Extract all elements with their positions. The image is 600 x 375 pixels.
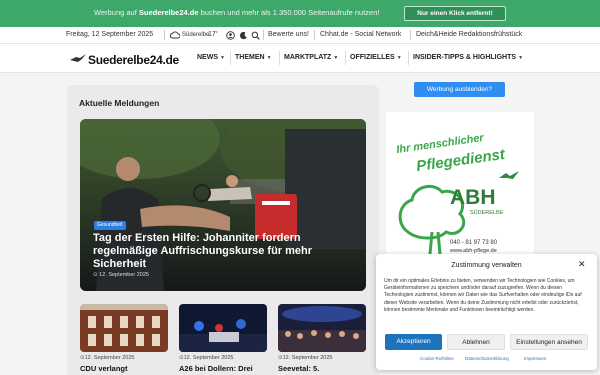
chevron-down-icon: ▼: [518, 55, 524, 61]
rate-us-link[interactable]: Bewerte uns!: [268, 31, 309, 38]
settings-button[interactable]: Einstellungen ansehen: [510, 334, 588, 350]
article-date: ⊙12. September 2025: [278, 355, 333, 361]
divider: [408, 51, 409, 65]
divider: [314, 30, 315, 40]
article-photo: [278, 304, 366, 352]
hide-ads-button[interactable]: Werbung ausblenden?: [414, 82, 505, 97]
article-image[interactable]: [80, 304, 168, 352]
ad-brand-sub: SÜDERELBE: [470, 210, 504, 216]
divider: [345, 51, 346, 65]
ad-brand: ABH: [450, 186, 496, 209]
article-image[interactable]: [179, 304, 267, 352]
nav-item-themen[interactable]: THEMEN ▼: [235, 54, 272, 61]
promo-bar: Werbung auf Suederelbe24.de buchen und m…: [0, 0, 600, 27]
promo-text: Werbung auf Suederelbe24.de buchen und m…: [94, 8, 380, 17]
article-title[interactable]: Seevetal: 5.: [278, 364, 319, 373]
top-bar: Freitag, 12 September 2025 Süderelbe 17°…: [0, 27, 600, 44]
divider: [410, 30, 411, 40]
article-date: ⊙12. September 2025: [80, 355, 135, 361]
cookie-consent-dialog: Zustimmung verwalten ✕ Um dir ein optima…: [376, 254, 597, 370]
nav-item-marktplatz[interactable]: MARKTPLATZ ▼: [284, 54, 338, 61]
cloud-icon: [169, 31, 180, 39]
article-date: ⊙12. September 2025: [179, 355, 234, 361]
hero-title[interactable]: Tag der Ersten Hilfe: Johanniter fordern…: [93, 232, 353, 271]
close-icon[interactable]: ✕: [578, 259, 586, 270]
search-icon[interactable]: [251, 31, 260, 40]
dark-mode-icon[interactable]: [239, 31, 248, 40]
main-navigation: Suederelbe24.de NEWS ▼ THEMEN ▼ MARKTPLATZ…: [0, 44, 600, 73]
advertisement-banner[interactable]: Ihr menschlicher Pflegedienst ABH SÜDERE…: [386, 112, 534, 260]
login-icon[interactable]: [226, 31, 235, 40]
article-photo: [80, 304, 168, 352]
chevron-down-icon: ▼: [333, 55, 339, 61]
category-badge[interactable]: Gesundheit: [94, 221, 126, 230]
divider: [279, 51, 280, 65]
weather-place: Süderelbe: [182, 32, 210, 38]
ad-phone: 040 - 81 97 73 80: [450, 240, 498, 246]
consent-text: Um dir ein optimales Erlebnis zu bieten,…: [384, 278, 582, 313]
privacy-policy-link[interactable]: Datenschutzerklärung: [465, 356, 509, 361]
chevron-down-icon: ▼: [220, 55, 225, 61]
divider: [164, 30, 165, 40]
current-date: Freitag, 12 September 2025: [66, 31, 154, 38]
chevron-down-icon: ▼: [396, 55, 402, 61]
nav-item-insider-tipps[interactable]: INSIDER-TIPPS & HIGHLIGHTS ▼: [413, 54, 523, 61]
deich-heide-link[interactable]: Deich&Heide Redaktionsfrühstück: [416, 31, 522, 38]
chhat-link[interactable]: Chhat.de - Social Network: [320, 31, 401, 38]
imprint-link[interactable]: Impressum: [524, 356, 546, 361]
bird-icon: [499, 171, 519, 179]
bird-logo-icon: [70, 54, 86, 62]
nav-item-offizielles[interactable]: OFFIZIELLES ▼: [350, 54, 402, 61]
clock-icon: ⊙: [93, 272, 98, 278]
section-title: Aktuelle Meldungen: [79, 98, 160, 108]
weather-temp: 17°: [208, 31, 218, 38]
article-title[interactable]: CDU verlangt: [80, 364, 128, 373]
cookie-policy-link[interactable]: Cookie-Richtlinie: [420, 356, 454, 361]
deny-button[interactable]: Ablehnen: [447, 334, 505, 350]
article-photo: [179, 304, 267, 352]
consent-title: Zustimmung verwalten: [451, 262, 522, 269]
nav-item-news[interactable]: NEWS ▼: [197, 54, 225, 61]
article-image[interactable]: [278, 304, 366, 352]
article-title[interactable]: A26 bei Dollern: Drei: [179, 364, 253, 373]
divider: [230, 51, 231, 65]
accept-button[interactable]: Akzeptieren: [385, 334, 442, 350]
promo-button[interactable]: Nur einen Klick entfernt!: [404, 6, 506, 21]
hero-date: ⊙ 12. September 2025: [93, 272, 149, 278]
chevron-down-icon: ▼: [266, 55, 272, 61]
site-logo[interactable]: Suederelbe24.de: [88, 53, 179, 67]
divider: [263, 30, 264, 40]
